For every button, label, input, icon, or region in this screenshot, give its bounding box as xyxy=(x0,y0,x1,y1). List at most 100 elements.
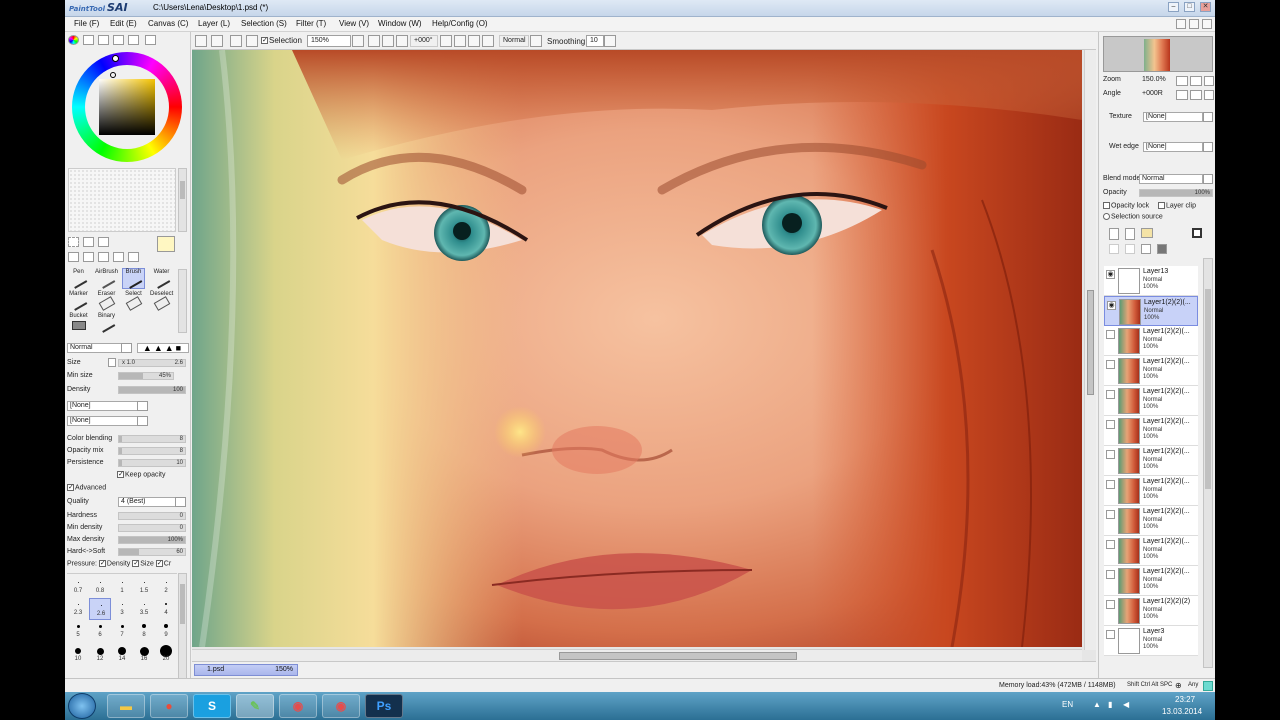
tool-deselect[interactable]: Deselect xyxy=(150,291,173,312)
brush-size-preset[interactable]: 2 xyxy=(155,576,177,598)
layer-visibility-icon[interactable] xyxy=(1106,420,1115,429)
brush-size-preset[interactable]: 4 xyxy=(155,598,177,620)
brush-size-preset[interactable]: 2.3 xyxy=(67,598,89,620)
brush-size-preset[interactable]: 8 xyxy=(133,620,155,642)
brush-size-preset[interactable]: 1 xyxy=(111,576,133,598)
chrome-taskbar-icon[interactable]: ● xyxy=(150,694,188,718)
brush-mode-dropdown-icon[interactable] xyxy=(121,343,132,353)
clear-layer-icon[interactable] xyxy=(1141,244,1151,254)
layer-list-scrollbar[interactable] xyxy=(1203,258,1213,668)
brush-size-preset[interactable]: 10 xyxy=(67,642,89,664)
vertical-scroll-thumb[interactable] xyxy=(1087,290,1094,395)
skype-taskbar-icon[interactable]: S xyxy=(193,694,231,718)
layer-row[interactable]: Layer1(2)(2)(... Normal 100% xyxy=(1104,506,1198,536)
color-wheel[interactable] xyxy=(72,52,182,162)
pressure-density-check-icon[interactable]: ✓ xyxy=(98,560,106,567)
tray-show-hidden-icon[interactable]: ▲ xyxy=(1093,700,1101,709)
layer-opacity-slider[interactable]: 100% xyxy=(1139,189,1213,197)
brush-size-preset[interactable]: 7 xyxy=(111,620,133,642)
clock-date[interactable]: 13.03.2014 xyxy=(1162,707,1202,716)
eyedropper-icon[interactable] xyxy=(128,252,139,262)
layer-row[interactable]: Layer1(2)(2)(... Normal 100% xyxy=(1104,326,1198,356)
new-linework-layer-icon[interactable] xyxy=(1125,228,1135,240)
brush-size-preset[interactable]: 16 xyxy=(133,642,155,664)
layer-row[interactable]: Layer1(2)(2)(... Normal 100% xyxy=(1104,356,1198,386)
wet-edge-select[interactable]: [None] xyxy=(1143,142,1203,152)
horizontal-scroll-thumb[interactable] xyxy=(559,652,797,660)
deselect-icon[interactable] xyxy=(230,35,242,47)
layer-row[interactable]: Layer1(2)(2)(... Normal 100% xyxy=(1104,476,1198,506)
invert-selection-icon[interactable] xyxy=(246,35,258,47)
layer-visibility-icon[interactable] xyxy=(1106,630,1115,639)
tray-volume-icon[interactable]: ◀ xyxy=(1123,700,1129,709)
brush-size-preset[interactable]: 6 xyxy=(89,620,111,642)
language-indicator[interactable]: EN xyxy=(1062,700,1073,709)
layer-row[interactable]: Layer1(2)(2)(... Normal 100% xyxy=(1104,536,1198,566)
document-tab[interactable]: 1.psd 150% xyxy=(194,664,298,676)
layer-row[interactable]: Layer1(2)(2)(... Normal 100% xyxy=(1104,446,1198,476)
new-folder-icon[interactable] xyxy=(1141,228,1153,238)
layer-visibility-icon[interactable] xyxy=(1106,600,1115,609)
sai-taskbar-icon[interactable]: ✎ xyxy=(236,694,274,718)
tool-eraser[interactable]: Eraser xyxy=(95,291,118,312)
layer-row[interactable]: ◉ Layer1(2)(2)(... Normal 100% xyxy=(1104,296,1198,326)
layer-visibility-icon[interactable] xyxy=(1106,570,1115,579)
layer-row[interactable]: Layer1(2)(2)(... Normal 100% xyxy=(1104,416,1198,446)
color-square[interactable] xyxy=(99,79,155,135)
density-slider[interactable]: 100 xyxy=(118,386,186,394)
tool-bucket[interactable]: Bucket xyxy=(67,313,90,334)
texture-select-2[interactable]: [None] xyxy=(67,416,147,426)
texture-dropdown-icon[interactable] xyxy=(137,401,148,411)
stabilizer-dropdown-icon[interactable] xyxy=(530,35,542,47)
rotate-left-icon[interactable] xyxy=(440,35,452,47)
tool-brush[interactable]: Brush xyxy=(122,268,145,289)
start-button[interactable] xyxy=(68,693,96,719)
color-blending-slider[interactable]: 8 xyxy=(118,435,186,443)
max-density-slider[interactable]: 100% xyxy=(118,536,186,544)
layer-row[interactable]: ◉ Layer13 Normal 100% xyxy=(1104,266,1198,296)
menu-edit[interactable]: Edit (E) xyxy=(110,19,137,28)
layer-scroll-thumb[interactable] xyxy=(1205,289,1211,489)
rect-select-icon[interactable] xyxy=(68,237,79,247)
delete-layer-icon[interactable] xyxy=(1157,244,1167,254)
nav-zoom-reset-icon[interactable] xyxy=(1204,76,1214,86)
brush-size-preset[interactable]: 20 xyxy=(155,642,177,664)
mdi-close-button[interactable] xyxy=(1202,19,1212,29)
brush-size-preset[interactable]: 5 xyxy=(67,620,89,642)
stabilizer-mode[interactable]: Normal xyxy=(499,35,529,47)
keep-opacity-checkbox[interactable]: ✓Keep opacity xyxy=(117,471,165,478)
tool-select[interactable]: Select xyxy=(122,291,145,312)
merge-down-icon[interactable] xyxy=(1125,244,1135,254)
layer-visibility-icon[interactable]: ◉ xyxy=(1107,301,1116,310)
navigator-preview[interactable] xyxy=(1103,36,1213,72)
pressure-cr-check-icon[interactable]: ✓ xyxy=(155,560,163,567)
layer-row[interactable]: Layer1(2)(2)(... Normal 100% xyxy=(1104,386,1198,416)
scratchpad[interactable] xyxy=(68,168,176,232)
menu-selection[interactable]: Selection (S) xyxy=(241,19,287,28)
layer-texture-dropdown-icon[interactable] xyxy=(1203,112,1213,122)
layer-visibility-icon[interactable]: ◉ xyxy=(1106,270,1115,279)
move-icon[interactable] xyxy=(68,252,79,262)
brush-size-preset[interactable]: 1.5 xyxy=(133,576,155,598)
brush-sizes-scrollbar[interactable] xyxy=(178,573,187,679)
brush-size-preset[interactable]: 0.8 xyxy=(89,576,111,598)
selection-source-checkbox[interactable]: Selection source xyxy=(1103,213,1163,220)
nav-rotate-left-icon[interactable] xyxy=(1176,90,1188,100)
explorer-taskbar-icon[interactable]: ▬ xyxy=(107,694,145,718)
zoom-in-icon[interactable] xyxy=(382,35,394,47)
nav-rotate-reset-icon[interactable] xyxy=(1204,90,1214,100)
hard-soft-slider[interactable]: 60 xyxy=(118,548,186,556)
quality-dropdown-icon[interactable] xyxy=(175,497,186,507)
persistence-slider[interactable]: 10 xyxy=(118,459,186,467)
close-button[interactable]: ✕ xyxy=(1200,2,1211,12)
brush-size-preset[interactable]: 12 xyxy=(89,642,111,664)
brush-shape-selector[interactable]: ▲▲▲■ xyxy=(137,343,189,353)
browser-taskbar-icon[interactable]: ◉ xyxy=(279,694,317,718)
brush-size-preset[interactable]: 3 xyxy=(111,598,133,620)
pressure-size-check-icon[interactable]: ✓ xyxy=(132,560,140,567)
wet-edge-dropdown-icon[interactable] xyxy=(1203,142,1213,152)
menu-help[interactable]: Help/Config (O) xyxy=(432,19,488,28)
brush-size-preset[interactable]: 14 xyxy=(111,642,133,664)
layer-visibility-icon[interactable] xyxy=(1106,390,1115,399)
smoothing-dropdown-icon[interactable] xyxy=(604,35,616,47)
